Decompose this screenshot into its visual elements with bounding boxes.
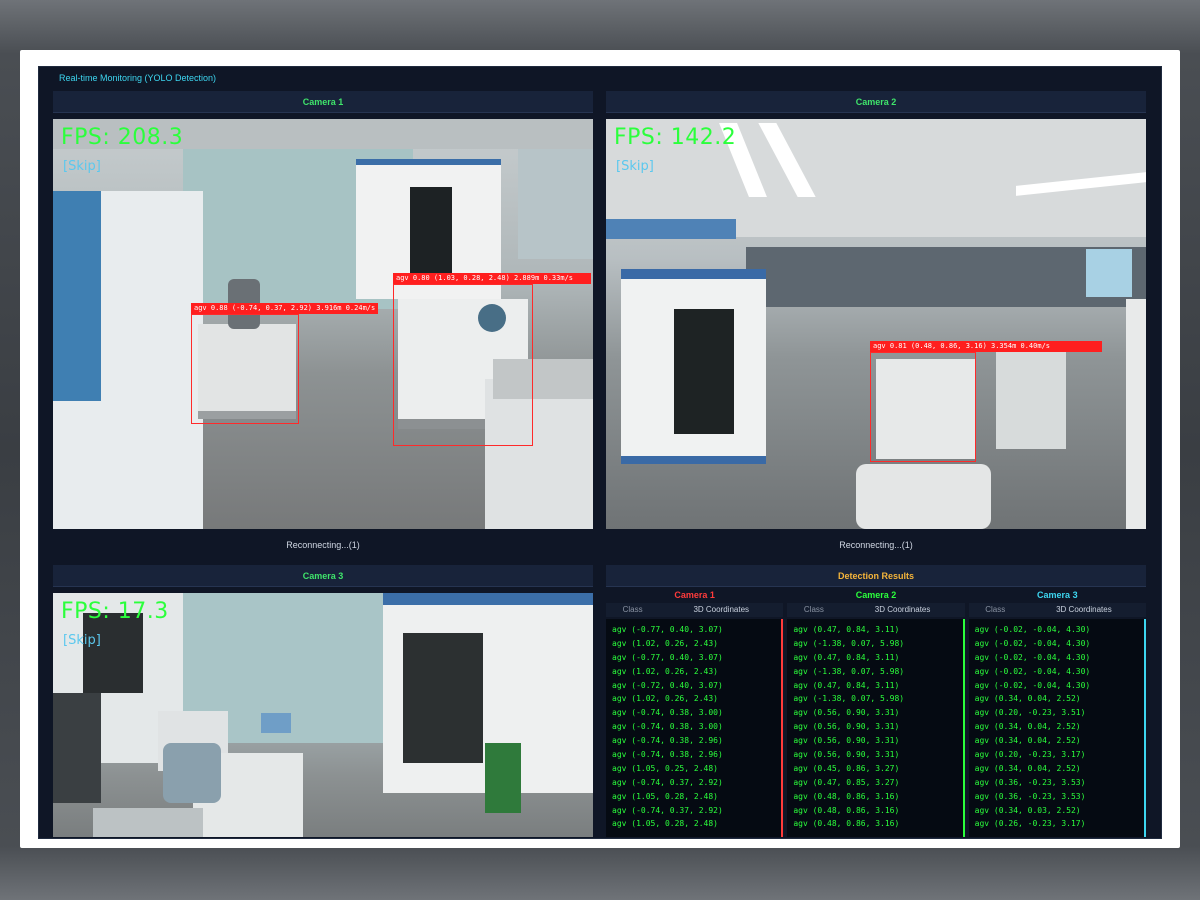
screenshot-frame: Real-time Monitoring (YOLO Detection) Ca…: [20, 50, 1180, 848]
results-column-camera-3: Camera 3 Class 3D Coordinates agv (-0.02…: [968, 587, 1146, 837]
class-header: Class: [803, 605, 824, 614]
camera-1-skip-button[interactable]: [Skip]: [63, 159, 101, 174]
class-header: Class: [622, 605, 643, 614]
camera-3-skip-button[interactable]: [Skip]: [63, 633, 101, 648]
camera-3-feed: FPS: 17.3 [Skip]: [53, 593, 593, 837]
camera-grid: Camera 1 FPS: 208.3 [Skip] agv 0.88 (-0.…: [49, 91, 1153, 838]
result-row: agv (0.45, 0.86, 3.27): [793, 763, 900, 773]
results-column-camera-1: Camera 1 Class 3D Coordinates agv (-0.77…: [606, 587, 784, 837]
results-column-title: Camera 2: [855, 590, 897, 600]
detection-results-panel: Detection Results Camera 1 Class 3D Coor…: [606, 565, 1146, 837]
result-row: agv (0.20, -0.23, 3.17): [974, 750, 1086, 760]
result-row: agv (0.56, 0.90, 3.31): [793, 736, 900, 746]
result-row: agv (0.47, 0.84, 3.11): [793, 652, 900, 662]
result-row: agv (0.47, 0.84, 3.11): [793, 625, 900, 634]
camera-1-detection-box: agv 0.88 (-0.74, 0.37, 2.92) 3.916m 0.24…: [191, 303, 379, 424]
camera-1-status: Reconnecting...(1): [53, 534, 593, 556]
result-row: agv (0.34, 0.04, 2.52): [974, 763, 1081, 773]
camera-3-header: Camera 3: [53, 565, 593, 587]
camera-1-detection-box: agv 0.80 (1.03, 0.28, 2.48) 2.889m 0.33m…: [393, 273, 591, 446]
camera-1-detection-label: agv 0.88 (-0.74, 0.37, 2.92) 3.916m 0.24…: [191, 303, 379, 314]
camera-1-header: Camera 1: [53, 91, 593, 113]
coords-header: 3D Coordinates: [874, 605, 931, 614]
result-row: agv (-0.72, 0.40, 3.07): [612, 680, 723, 690]
result-row: agv (0.34, 0.03, 2.52): [974, 805, 1081, 815]
result-row: agv (1.02, 0.26, 2.43): [612, 638, 718, 648]
app-title: Real-time Monitoring (YOLO Detection): [59, 73, 217, 83]
result-row: agv (-1.38, 0.07, 5.98): [793, 694, 905, 704]
result-row: agv (0.34, 0.04, 2.52): [974, 694, 1081, 704]
result-row: agv (1.02, 0.26, 2.43): [612, 666, 718, 676]
class-header: Class: [985, 605, 1006, 614]
result-row: agv (-0.74, 0.38, 3.00): [612, 708, 723, 718]
result-row: agv (-0.02, -0.04, 4.30): [974, 666, 1091, 676]
camera-2-skip-button[interactable]: [Skip]: [616, 159, 654, 174]
camera-1-status-text: Reconnecting...(1): [286, 540, 360, 550]
result-row: agv (0.56, 0.90, 3.31): [793, 722, 900, 732]
result-row: agv (-0.77, 0.40, 3.07): [612, 652, 723, 662]
results-column-title: Camera 1: [674, 590, 715, 600]
result-row: agv (-0.02, -0.04, 4.30): [974, 652, 1091, 662]
result-row: agv (1.02, 0.26, 2.43): [612, 694, 718, 704]
result-row: agv (0.48, 0.86, 3.16): [793, 791, 900, 801]
results-list[interactable]: agv (0.47, 0.84, 3.11) agv (-1.38, 0.07,…: [787, 619, 965, 837]
monitoring-app: Real-time Monitoring (YOLO Detection) Ca…: [38, 66, 1162, 839]
result-row: agv (-0.74, 0.37, 2.92): [612, 805, 723, 815]
result-row: agv (0.36, -0.23, 3.53): [974, 777, 1086, 787]
result-row: agv (1.05, 0.28, 2.48): [612, 791, 718, 801]
camera-1-fps: FPS: 208.3: [61, 125, 184, 150]
result-row: agv (0.56, 0.90, 3.31): [793, 708, 900, 718]
results-column-title: Camera 3: [1037, 590, 1078, 600]
result-row: agv (0.36, -0.23, 3.53): [974, 791, 1086, 801]
result-row: agv (0.34, 0.04, 2.52): [974, 722, 1081, 732]
result-row: agv (-0.02, -0.04, 4.30): [974, 680, 1091, 690]
detection-results-columns: Camera 1 Class 3D Coordinates agv (-0.77…: [606, 587, 1146, 837]
result-row: agv (0.48, 0.86, 3.16): [793, 819, 900, 829]
camera-2-fps: FPS: 142.2: [614, 125, 737, 150]
result-row: agv (0.56, 0.90, 3.31): [793, 750, 900, 760]
results-column-header: Class 3D Coordinates: [968, 603, 1146, 617]
results-column-camera-2: Camera 2 Class 3D Coordinates agv (0.47,…: [787, 587, 965, 837]
camera-1-panel: Camera 1 FPS: 208.3 [Skip] agv 0.88 (-0.…: [53, 91, 593, 559]
camera-2-detection-label: agv 0.81 (0.48, 0.86, 3.16) 3.354m 0.40m…: [870, 341, 1102, 352]
result-row: agv (1.05, 0.28, 2.48): [612, 819, 718, 829]
result-row: agv (0.34, 0.04, 2.52): [974, 736, 1081, 746]
camera-3-fps: FPS: 17.3: [61, 599, 169, 624]
coords-header: 3D Coordinates: [693, 605, 750, 614]
result-row: agv (-0.02, -0.04, 4.30): [974, 638, 1091, 648]
camera-2-feed: FPS: 142.2 [Skip] agv 0.81 (0.48, 0.86, …: [606, 119, 1146, 529]
camera-1-feed: FPS: 208.3 [Skip] agv 0.88 (-0.74, 0.37,…: [53, 119, 593, 529]
camera-3-panel: Camera 3 FPS: 17.3 [Skip]: [53, 565, 593, 837]
result-row: agv (0.47, 0.84, 3.11): [793, 680, 900, 690]
camera-2-status: Reconnecting...(1): [606, 534, 1146, 556]
results-column-header: Class 3D Coordinates: [606, 603, 784, 617]
result-row: agv (0.20, -0.23, 3.51): [974, 708, 1086, 718]
result-row: agv (-1.38, 0.07, 5.98): [793, 638, 905, 648]
result-row: agv (0.47, 0.85, 3.27): [793, 777, 900, 787]
result-row: agv (0.26, -0.23, 3.17): [974, 819, 1086, 829]
camera-2-status-text: Reconnecting...(1): [839, 540, 913, 550]
result-row: agv (-0.74, 0.38, 2.96): [612, 750, 723, 760]
coords-header: 3D Coordinates: [1056, 605, 1112, 614]
result-row: agv (-0.77, 0.40, 3.07): [612, 625, 723, 634]
camera-1-detection-label: agv 0.80 (1.03, 0.28, 2.48) 2.889m 0.33m…: [393, 273, 591, 284]
camera-2-header: Camera 2: [606, 91, 1146, 113]
results-list[interactable]: agv (-0.77, 0.40, 3.07) agv (1.02, 0.26,…: [606, 619, 784, 837]
results-list[interactable]: agv (-0.02, -0.04, 4.30) agv (-0.02, -0.…: [968, 619, 1146, 837]
result-row: agv (-0.74, 0.38, 3.00): [612, 722, 723, 732]
detection-results-title: Detection Results: [606, 565, 1146, 587]
results-column-header: Class 3D Coordinates: [787, 603, 965, 617]
camera-2-panel: Camera 2 FPS: 142.2 [Skip] agv 0.81 (0.4…: [606, 91, 1146, 559]
result-row: agv (-0.02, -0.04, 4.30): [974, 625, 1091, 634]
result-row: agv (-1.38, 0.07, 5.98): [793, 666, 905, 676]
result-row: agv (-0.74, 0.38, 2.96): [612, 736, 723, 746]
camera-2-detection-box: agv 0.81 (0.48, 0.86, 3.16) 3.354m 0.40m…: [870, 341, 1102, 462]
result-row: agv (1.05, 0.25, 2.48): [612, 763, 718, 773]
result-row: agv (-0.74, 0.37, 2.92): [612, 777, 723, 787]
result-row: agv (0.48, 0.86, 3.16): [793, 805, 900, 815]
